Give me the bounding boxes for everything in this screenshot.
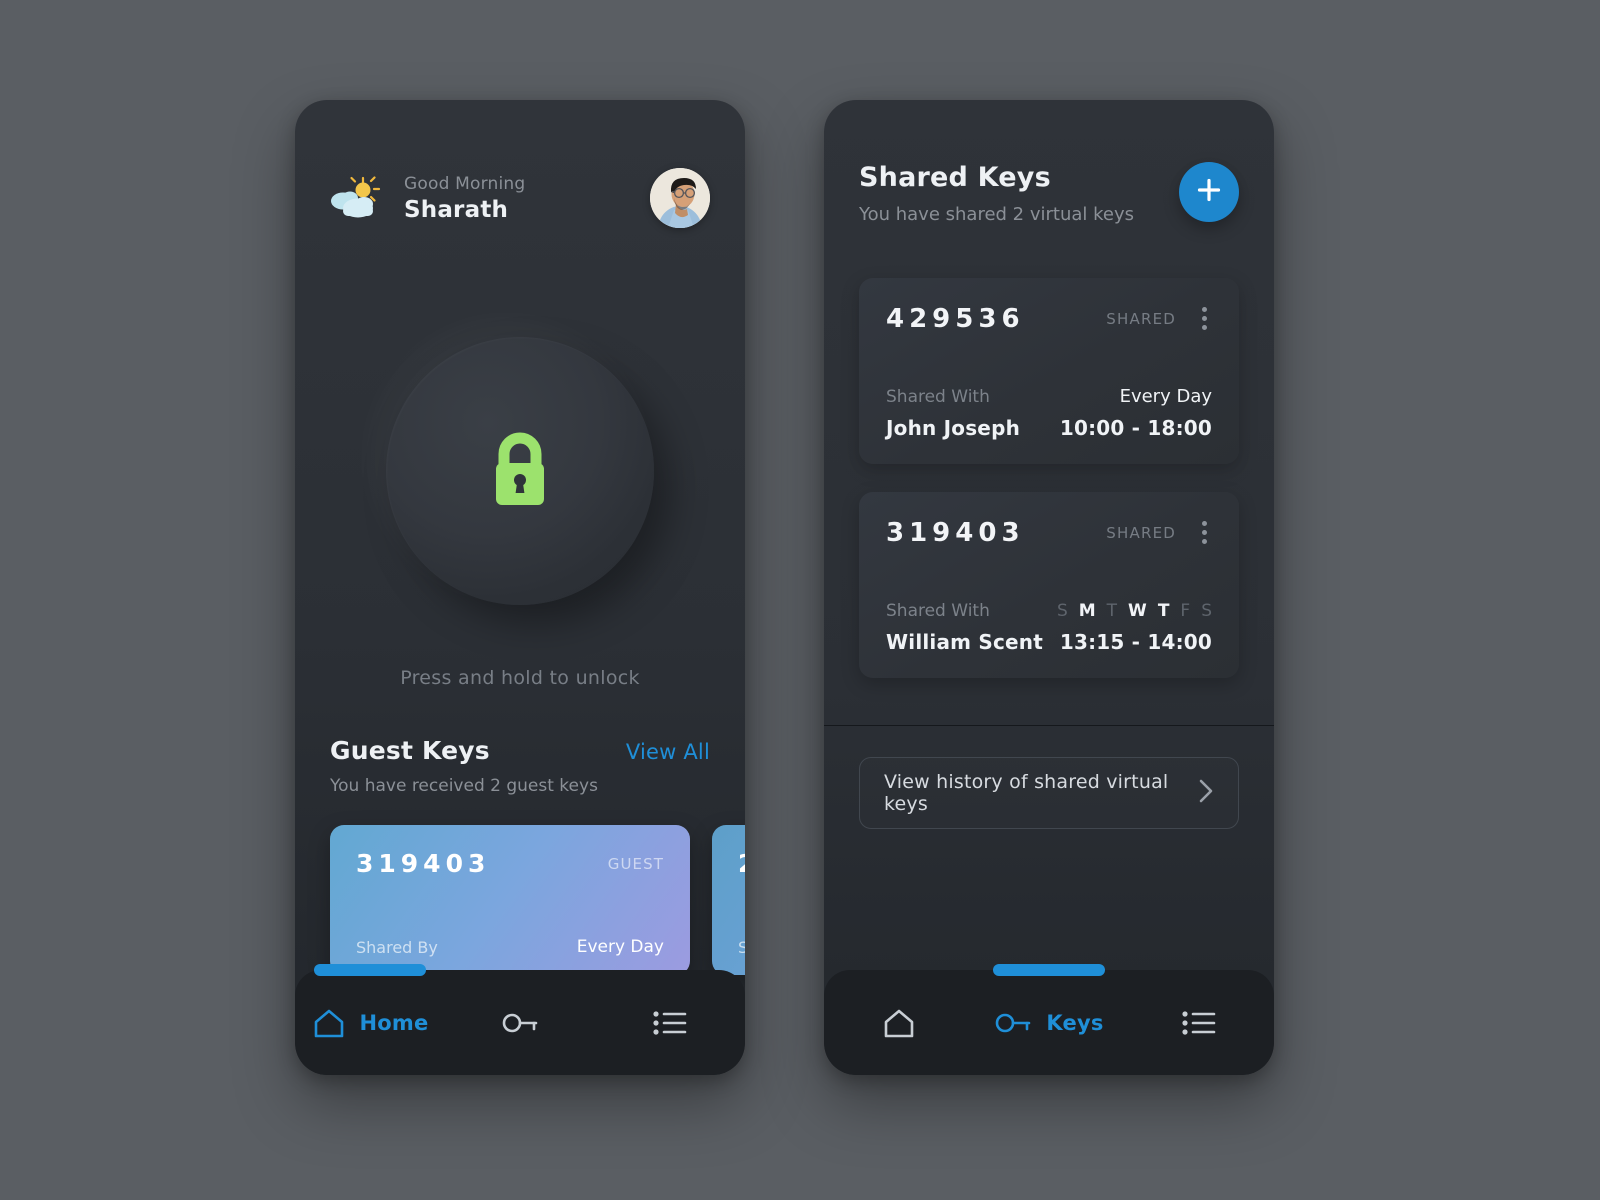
home-icon (312, 1008, 346, 1038)
guest-keys-subtitle: You have received 2 guest keys (330, 776, 598, 796)
user-name: Sharath (404, 196, 509, 223)
shared-keys-list: 429536 SHARED Shared With John Joseph Ev… (859, 278, 1239, 706)
day-toggle[interactable]: T (1107, 601, 1117, 621)
nav-label-home: Home (359, 1010, 429, 1035)
right-screen: Shared Keys You have shared 2 virtual ke… (824, 100, 1274, 1075)
add-key-button[interactable] (1179, 162, 1239, 222)
plus-icon (1196, 177, 1222, 207)
day-of-week-selector[interactable]: SMTWTFS (1057, 601, 1212, 621)
phone-shared-keys-screen: Shared Keys You have shared 2 virtual ke… (824, 100, 1274, 1075)
avatar[interactable] (650, 168, 710, 228)
day-toggle[interactable]: M (1079, 601, 1096, 621)
home-icon (882, 1008, 916, 1038)
day-toggle[interactable]: S (1057, 601, 1068, 621)
padlock-closed-icon (484, 428, 556, 514)
guest-key-code: 2 (738, 849, 745, 878)
status-badge: SHARED (1106, 523, 1176, 542)
guest-key-frequency: Every Day (576, 937, 664, 957)
guest-card-top: 2 (738, 849, 745, 878)
list-icon (653, 1010, 687, 1036)
nav-item-home[interactable] (824, 970, 974, 1075)
guest-card-bottom: S (738, 938, 745, 957)
page-title: Shared Keys (859, 162, 1051, 193)
shared-card-top: 319403 SHARED (886, 517, 1212, 548)
nav-item-home[interactable]: Home (295, 964, 445, 1075)
guest-card-bottom: Shared By Every Day (356, 937, 664, 957)
bottom-nav: Home (295, 964, 745, 1075)
guest-keys-title: Guest Keys (330, 736, 490, 765)
greeting-text: Good Morning (404, 173, 526, 194)
key-icon (501, 1010, 539, 1036)
day-toggle[interactable]: T (1158, 601, 1170, 621)
schedule-block: Every Day 10:00 - 18:00 (1060, 386, 1212, 440)
schedule-time: 10:00 - 18:00 (1059, 416, 1212, 440)
schedule-time: 13:15 - 14:00 (1059, 630, 1212, 654)
schedule-frequency: Every Day (1119, 386, 1212, 407)
key-icon (994, 1010, 1032, 1036)
shared-with-person: John Joseph (886, 416, 1021, 440)
shared-key-code: 429536 (886, 303, 1025, 334)
nav-label-keys: Keys (1046, 1010, 1104, 1035)
view-history-button[interactable]: View history of shared virtual keys (859, 757, 1239, 829)
shared-card-bottom: Shared With William Scent SMTWTFS 13:15 … (886, 601, 1212, 654)
day-toggle[interactable]: F (1180, 601, 1190, 621)
shared-card-bottom: Shared With John Joseph Every Day 10:00 … (886, 386, 1212, 440)
guest-card-carousel[interactable]: 319403 GUEST Shared By Every Day 2 (295, 825, 745, 975)
bottom-nav: Keys (824, 964, 1274, 1075)
guest-key-card[interactable]: 2 S (712, 825, 745, 975)
shared-with-label: Shared With (886, 601, 990, 621)
phone-home-screen: Good Morning Sharath Press and hold to u… (295, 100, 745, 1075)
press-hold-unlock-button[interactable] (386, 337, 654, 605)
status-badge: SHARED (1106, 309, 1176, 328)
nav-item-list[interactable] (1124, 970, 1274, 1075)
active-indicator-pill (993, 964, 1105, 976)
shared-with-label: Shared With (886, 387, 990, 407)
shared-with-block: Shared With John Joseph (886, 387, 1060, 440)
view-all-link[interactable]: View All (626, 740, 710, 764)
day-toggle[interactable]: W (1128, 601, 1147, 621)
unlock-area: Press and hold to unlock (295, 337, 745, 689)
kebab-menu-icon[interactable] (1196, 517, 1212, 548)
page-subtitle: You have shared 2 virtual keys (859, 204, 1135, 225)
chevron-right-icon (1198, 778, 1214, 808)
nav-item-keys[interactable]: Keys (974, 964, 1124, 1075)
guest-key-tag: GUEST (607, 854, 664, 873)
guest-keys-header: Guest Keys View All (295, 736, 745, 765)
active-indicator-pill (314, 964, 426, 976)
shared-card-top: 429536 SHARED (886, 303, 1212, 334)
unlock-hint-text: Press and hold to unlock (400, 667, 640, 689)
greeting-block: Good Morning Sharath (404, 174, 650, 223)
shared-key-code: 319403 (886, 517, 1025, 548)
shared-with-block: Shared With William Scent (886, 601, 1057, 654)
guest-keys-section: Guest Keys View All You have received 2 … (295, 736, 745, 975)
list-icon (1182, 1010, 1216, 1036)
sun-behind-cloud-icon (330, 176, 382, 220)
nav-item-keys[interactable] (445, 970, 595, 1075)
shared-keys-header: Shared Keys You have shared 2 virtual ke… (824, 162, 1274, 225)
section-divider (824, 725, 1274, 726)
guest-key-card[interactable]: 319403 GUEST Shared By Every Day (330, 825, 690, 975)
shared-keys-heading-block: Shared Keys You have shared 2 virtual ke… (859, 162, 1179, 225)
guest-card-top: 319403 GUEST (356, 849, 664, 878)
home-header: Good Morning Sharath (295, 168, 745, 228)
schedule-block: SMTWTFS 13:15 - 14:00 (1057, 601, 1212, 654)
left-screen: Good Morning Sharath Press and hold to u… (295, 100, 745, 1075)
screenshot-canvas: Good Morning Sharath Press and hold to u… (0, 0, 1600, 1200)
day-toggle[interactable]: S (1201, 601, 1212, 621)
guest-key-code: 319403 (356, 849, 491, 878)
shared-by-label: S (738, 938, 745, 957)
view-history-label: View history of shared virtual keys (884, 771, 1169, 815)
nav-item-list[interactable] (595, 970, 745, 1075)
shared-key-card[interactable]: 319403 SHARED Shared With William Scent … (859, 492, 1239, 678)
shared-key-card[interactable]: 429536 SHARED Shared With John Joseph Ev… (859, 278, 1239, 464)
shared-with-person: William Scent (886, 630, 1044, 654)
shared-by-label: Shared By (356, 938, 438, 957)
kebab-menu-icon[interactable] (1196, 303, 1212, 334)
